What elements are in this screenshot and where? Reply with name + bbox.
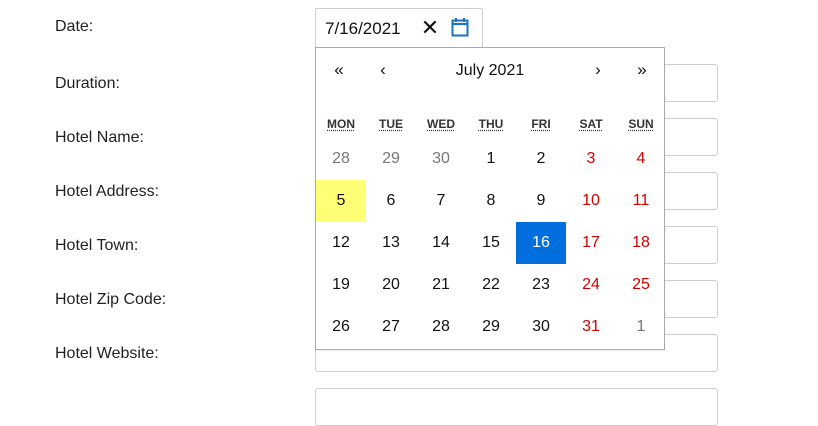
weekday-wed: WED: [427, 117, 455, 131]
day-cell[interactable]: 13: [366, 222, 416, 264]
hotel-zip-label: Hotel Zip Code:: [55, 291, 167, 308]
date-input[interactable]: 7/16/2021 ✕: [315, 8, 483, 48]
day-cell[interactable]: 25: [616, 264, 666, 306]
day-cell[interactable]: 30: [516, 306, 566, 348]
day-cell[interactable]: 17: [566, 222, 616, 264]
date-label: Date:: [55, 18, 94, 35]
day-cell[interactable]: 14: [416, 222, 466, 264]
hotel-address-label: Hotel Address:: [55, 183, 160, 200]
day-cell-selected[interactable]: 16: [516, 222, 566, 264]
day-cell[interactable]: 1: [466, 138, 516, 180]
weekday-sat: SAT: [579, 117, 603, 131]
hotel-town-label: Hotel Town:: [55, 237, 139, 254]
weekday-mon: MON: [327, 117, 355, 131]
day-cell[interactable]: 15: [466, 222, 516, 264]
calendar-toggle-button[interactable]: [451, 17, 471, 39]
day-cell[interactable]: 22: [466, 264, 516, 306]
weekday-fri: FRI: [531, 117, 551, 131]
weekday-sun: SUN: [628, 117, 654, 131]
day-cell[interactable]: 7: [416, 180, 466, 222]
day-cell[interactable]: 29: [466, 306, 516, 348]
day-cell[interactable]: 1: [616, 306, 666, 348]
date-input-value[interactable]: 7/16/2021: [325, 19, 401, 39]
day-cell[interactable]: 3: [566, 138, 616, 180]
day-cell[interactable]: 28: [416, 306, 466, 348]
next-year-button[interactable]: »: [627, 60, 657, 80]
day-cell[interactable]: 18: [616, 222, 666, 264]
day-cell[interactable]: 30: [416, 138, 466, 180]
weekday-thu: THU: [478, 117, 504, 131]
day-cell[interactable]: 12: [316, 222, 366, 264]
day-cell[interactable]: 31: [566, 306, 616, 348]
clear-date-button[interactable]: ✕: [420, 17, 440, 39]
day-cell[interactable]: 26: [316, 306, 366, 348]
day-cell[interactable]: 27: [366, 306, 416, 348]
duration-label: Duration:: [55, 75, 120, 92]
calendar-popup: « ‹ July 2021 › » MON TUE WED THU FRI SA…: [315, 47, 665, 350]
day-cell[interactable]: 10: [566, 180, 616, 222]
day-cell[interactable]: 21: [416, 264, 466, 306]
day-cell-today[interactable]: 5: [316, 180, 366, 222]
weekday-tue: TUE: [379, 117, 403, 131]
hotel-website-label: Hotel Website:: [55, 345, 159, 362]
day-cell[interactable]: 4: [616, 138, 666, 180]
day-cell[interactable]: 8: [466, 180, 516, 222]
calendar-icon: [451, 18, 469, 37]
hotel-name-label: Hotel Name:: [55, 129, 144, 146]
day-cell[interactable]: 6: [366, 180, 416, 222]
day-cell[interactable]: 24: [566, 264, 616, 306]
day-cell[interactable]: 28: [316, 138, 366, 180]
next-month-button[interactable]: ›: [583, 60, 613, 80]
day-cell[interactable]: 29: [366, 138, 416, 180]
day-cell[interactable]: 9: [516, 180, 566, 222]
day-cell[interactable]: 23: [516, 264, 566, 306]
day-cell[interactable]: 20: [366, 264, 416, 306]
next-field[interactable]: [315, 388, 718, 426]
day-cell[interactable]: 2: [516, 138, 566, 180]
day-cell[interactable]: 19: [316, 264, 366, 306]
day-cell[interactable]: 11: [616, 180, 666, 222]
